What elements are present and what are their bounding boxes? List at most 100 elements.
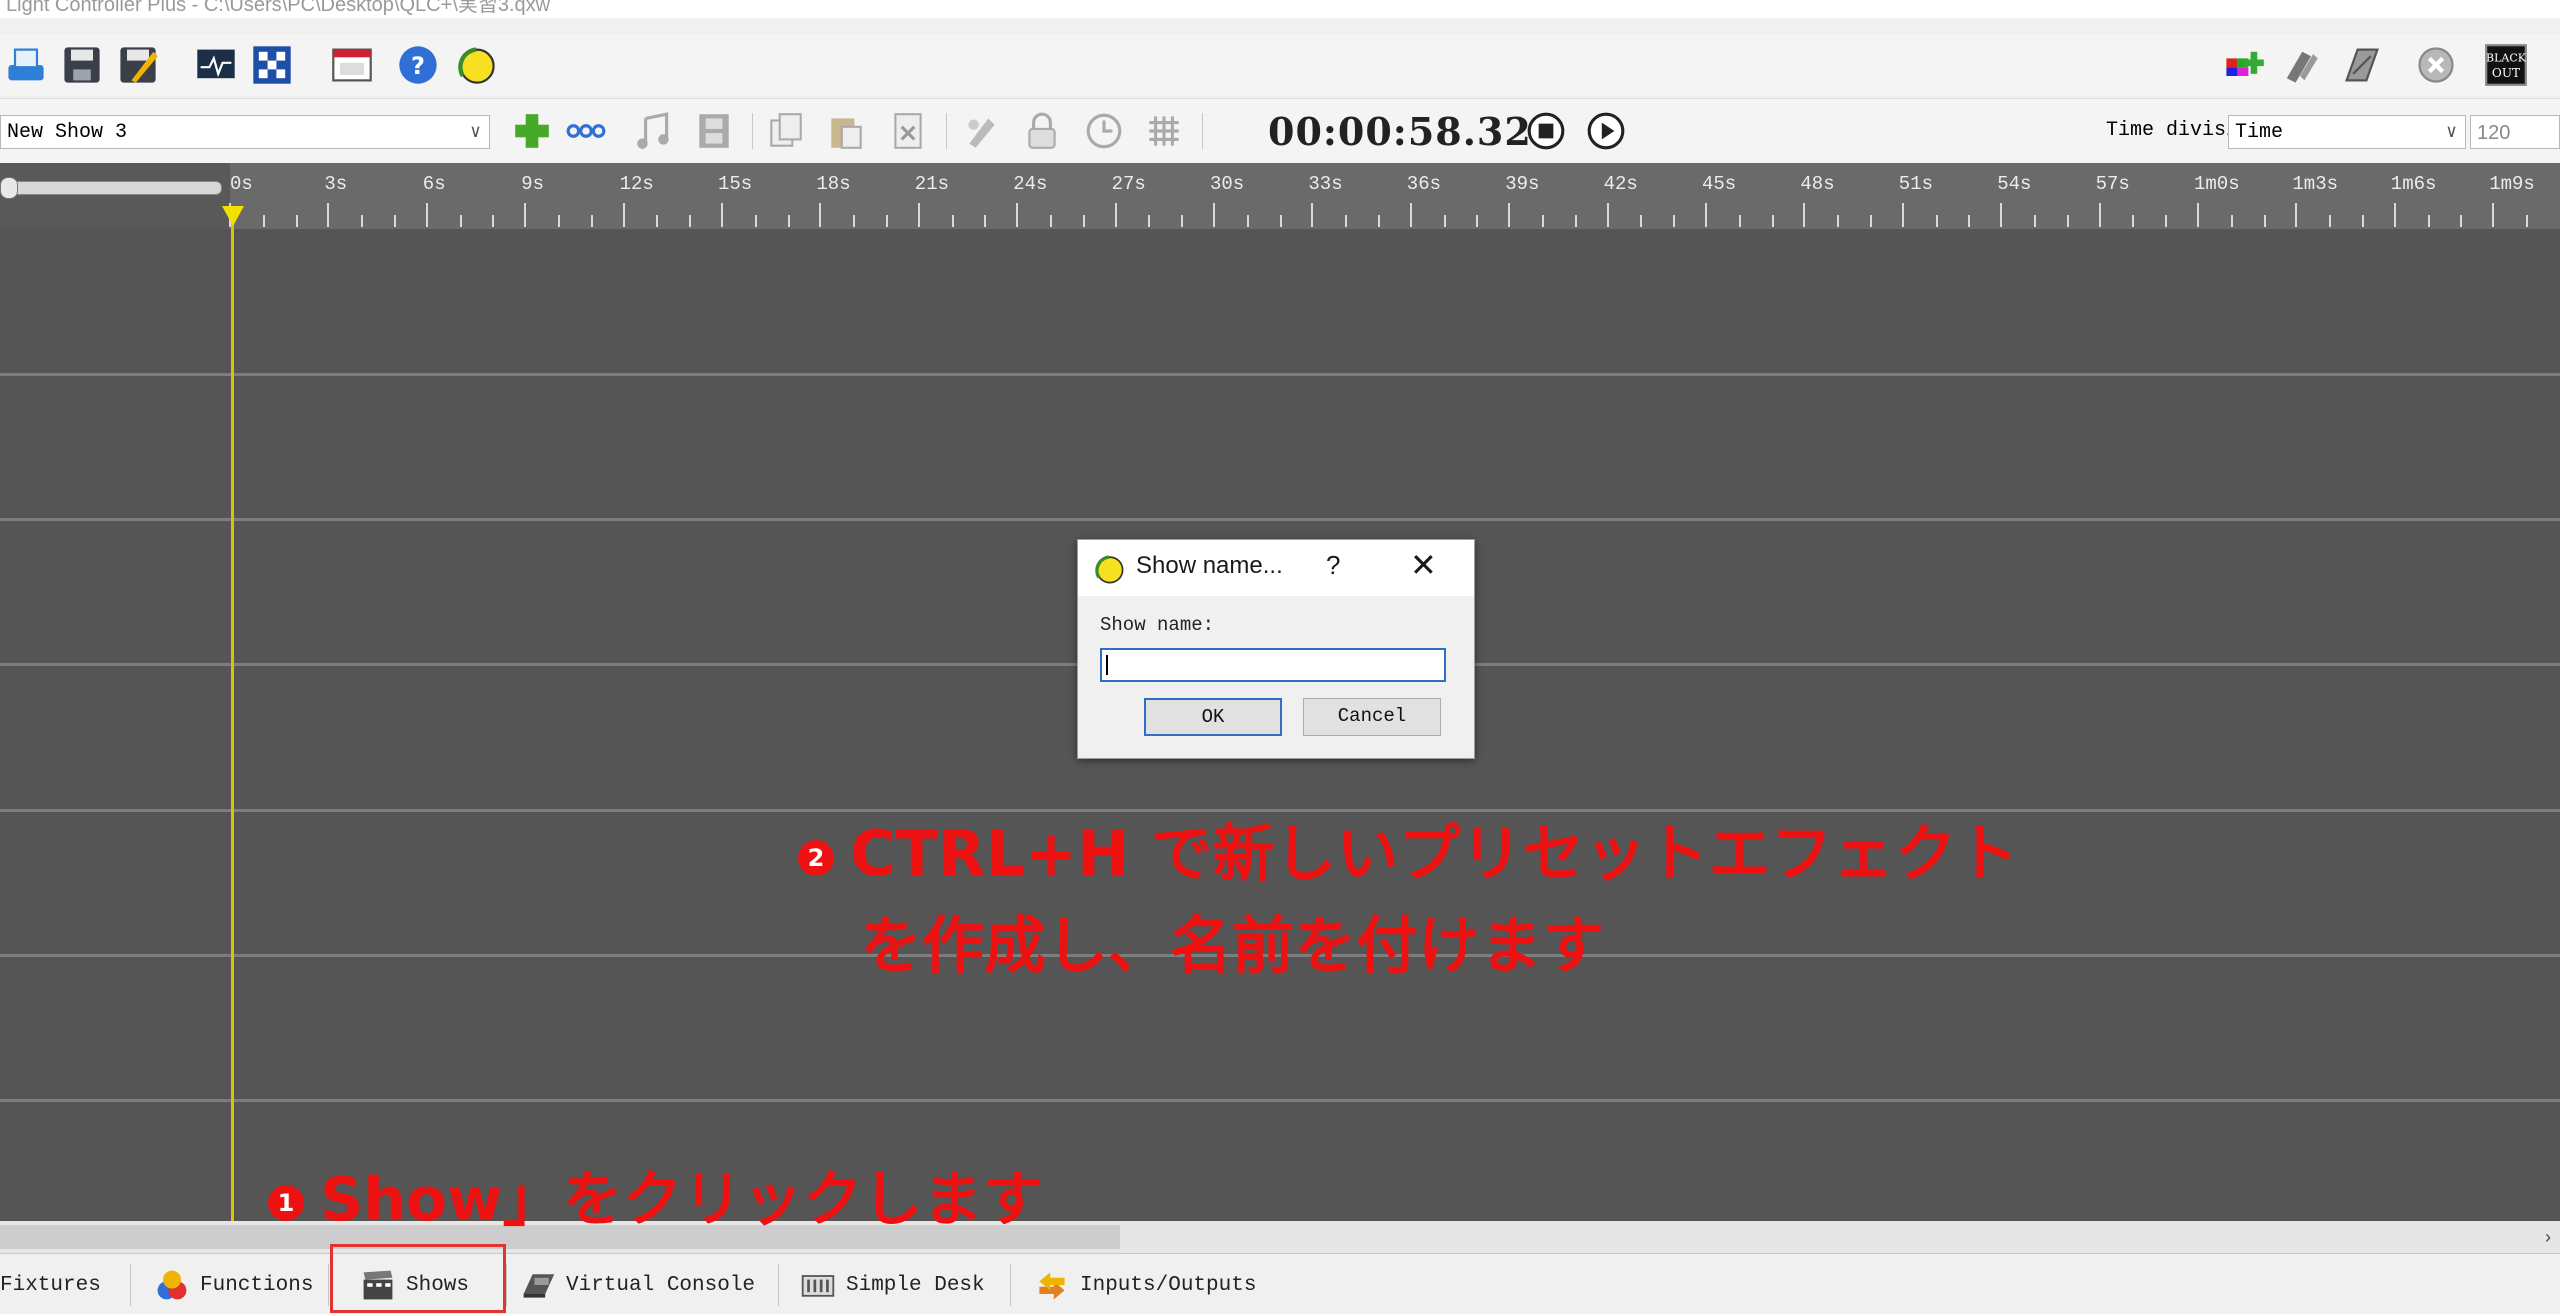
help-icon[interactable]: ? xyxy=(392,39,444,91)
zoom-slider-handle[interactable] xyxy=(0,177,18,199)
blackout-icon[interactable]: BLACK OUT xyxy=(2480,39,2532,91)
about-icon[interactable] xyxy=(450,39,502,91)
ruler-minor-tick xyxy=(2526,215,2528,227)
ruler-minor-tick xyxy=(1935,215,1938,227)
dialog-close-button[interactable]: ✕ xyxy=(1410,546,1437,584)
tab-virtual-console[interactable]: Virtual Console xyxy=(520,1262,755,1308)
ruler-minor-tick xyxy=(1837,215,1840,227)
time-division-value: Time xyxy=(2235,121,2284,144)
tab-functions[interactable]: Functions xyxy=(154,1262,313,1308)
playhead-line[interactable] xyxy=(231,215,234,1221)
play-button[interactable] xyxy=(1582,107,1630,155)
ruler-minor-tick xyxy=(1279,215,1282,227)
step1-text: Show」をクリックします xyxy=(320,1165,1043,1235)
ruler-major-tick xyxy=(1114,203,1117,227)
tab-fixtures-label: Fixtures xyxy=(0,1273,101,1297)
time-division-select[interactable]: Time ∨ xyxy=(2228,115,2466,149)
ruler-minor-tick xyxy=(492,215,495,227)
chevron-down-icon: ∨ xyxy=(2446,123,2457,143)
ruler-minor-tick xyxy=(2460,215,2463,227)
ruler-major-tick xyxy=(1705,203,1707,227)
ruler-minor-tick xyxy=(886,215,888,227)
step2-line1: CTRL+H で新しいプリセットエフェクト xyxy=(850,817,2019,890)
ruler-label: 39s xyxy=(1505,173,1540,195)
ruler-major-tick xyxy=(917,203,920,227)
show-name-label: Show name: xyxy=(1100,614,1215,636)
ruler-minor-tick xyxy=(1378,215,1380,227)
tab-inputs-outputs[interactable]: Inputs/Outputs xyxy=(1034,1262,1256,1308)
step1-number: 1 xyxy=(268,1185,304,1222)
ruler-label: 48s xyxy=(1800,173,1835,195)
ruler-minor-tick xyxy=(1246,215,1249,227)
live-edit-icon[interactable] xyxy=(2218,39,2270,91)
ruler-major-tick xyxy=(2197,203,2199,227)
lock-icon[interactable] xyxy=(1018,107,1066,155)
ruler-label: 57s xyxy=(2095,173,2130,195)
playhead-marker[interactable] xyxy=(222,206,244,226)
bpm-field[interactable]: 120 xyxy=(2470,115,2560,149)
ruler-minor-tick xyxy=(2427,215,2430,227)
add-audio-icon[interactable] xyxy=(630,107,678,155)
add-video-icon[interactable] xyxy=(690,107,738,155)
ruler-minor-tick xyxy=(558,215,560,227)
track-divider xyxy=(0,518,2560,521)
chevron-down-icon: ∨ xyxy=(470,123,481,143)
ok-button[interactable]: OK xyxy=(1144,698,1282,736)
grid-icon[interactable] xyxy=(1140,107,1188,155)
ruler-minor-tick xyxy=(2132,215,2135,227)
dialog-help-button[interactable]: ? xyxy=(1326,550,1340,581)
save-icon[interactable] xyxy=(56,39,108,91)
new-icon[interactable] xyxy=(0,39,52,91)
ruler-minor-tick xyxy=(1738,215,1741,227)
tab-simple-desk[interactable]: Simple Desk xyxy=(800,1262,985,1308)
dialog-titlebar: Show name... ? ✕ xyxy=(1078,540,1474,596)
svg-text:?: ? xyxy=(411,52,425,80)
delete-icon[interactable] xyxy=(884,107,932,155)
address-tool-icon[interactable] xyxy=(246,39,298,91)
stop-all-icon[interactable] xyxy=(2410,39,2462,91)
ruler-minor-tick xyxy=(1345,215,1348,227)
cancel-button[interactable]: Cancel xyxy=(1303,698,1441,736)
ruler-minor-tick xyxy=(1542,215,1544,227)
scroll-right-arrow[interactable]: › xyxy=(2536,1221,2560,1253)
color-icon[interactable] xyxy=(958,107,1006,155)
operate-mode-icon[interactable] xyxy=(2274,39,2326,91)
copy-icon[interactable] xyxy=(762,107,810,155)
stop-button[interactable] xyxy=(1522,107,1570,155)
ruler-major-tick xyxy=(2000,203,2003,227)
ruler-minor-tick xyxy=(656,215,659,227)
ruler-label: 1m6s xyxy=(2390,173,2437,195)
design-mode-icon[interactable] xyxy=(2336,39,2388,91)
time-ruler[interactable]: 0s 3s 6s 9s 12s 15s 18s 21s 24s 27s 30s 33s 36s 39s 42… xyxy=(0,163,2560,229)
ruler-major-tick xyxy=(819,203,822,227)
ruler-major-tick xyxy=(1311,203,1314,227)
ruler-label: 1m9s xyxy=(2489,173,2535,195)
tab-fixtures[interactable]: Fixtures xyxy=(0,1262,101,1308)
show-toolbar: New Show 3 ∨ 00:00:58.32 Time division: … xyxy=(0,98,2560,163)
show-select[interactable]: New Show 3 ∨ xyxy=(0,115,490,149)
time-display: 00:00:58.32 xyxy=(1268,109,1532,154)
ruler-minor-tick xyxy=(1181,215,1184,227)
ruler-minor-tick xyxy=(1968,215,1971,227)
ruler-major-tick xyxy=(2098,203,2101,227)
show-name-input[interactable] xyxy=(1100,648,1446,682)
add-track-icon[interactable] xyxy=(508,107,556,155)
ruler-minor-tick xyxy=(2034,215,2036,227)
ruler-major-tick xyxy=(1016,203,1019,227)
monitor-icon[interactable] xyxy=(190,39,242,91)
zoom-slider[interactable] xyxy=(0,181,222,195)
ruler-major-tick xyxy=(425,203,428,227)
ruler-minor-tick xyxy=(1082,215,1085,227)
app-icon xyxy=(1095,555,1124,584)
paste-icon[interactable] xyxy=(822,107,870,155)
ruler-label: 6s xyxy=(422,173,446,195)
ruler-label: 45s xyxy=(1702,173,1737,195)
add-sequence-icon[interactable] xyxy=(562,107,610,155)
shows-tab-highlight xyxy=(330,1244,506,1313)
ruler-label: 33s xyxy=(1308,173,1343,195)
ruler-minor-tick xyxy=(1476,215,1479,227)
save-as-icon[interactable] xyxy=(112,39,164,91)
fullscreen-icon[interactable] xyxy=(326,39,378,91)
duration-icon[interactable] xyxy=(1080,107,1128,155)
ruler-major-tick xyxy=(524,203,527,227)
